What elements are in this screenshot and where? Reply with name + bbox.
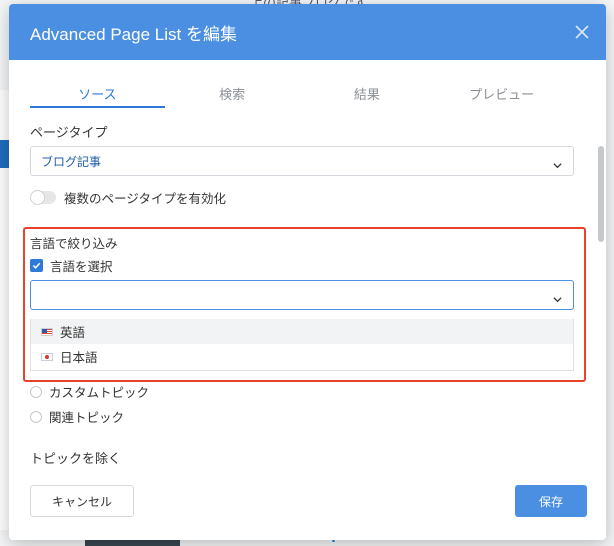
language-select-input[interactable]: [30, 280, 574, 310]
multi-page-type-toggle[interactable]: [30, 190, 56, 205]
language-option-japanese[interactable]: 日本語: [31, 344, 573, 369]
multi-page-type-row: 複数のページタイプを有効化: [30, 188, 226, 207]
save-button[interactable]: 保存: [515, 485, 587, 517]
select-language-label: 言語を選択: [50, 259, 113, 274]
related-topic-label: 関連トピック: [49, 410, 125, 425]
select-language-row: 言語を選択: [30, 256, 113, 275]
jp-flag-icon: [41, 352, 53, 361]
tab-results[interactable]: 結果: [300, 78, 435, 108]
multi-page-type-label: 複数のページタイプを有効化: [64, 191, 227, 206]
language-option-english[interactable]: 英語: [31, 319, 573, 344]
related-topic-row: 関連トピック: [30, 407, 124, 426]
dialog-title: Advanced Page List を編集: [30, 24, 237, 44]
tab-source[interactable]: ソース: [30, 78, 165, 108]
dialog-header: Advanced Page List を編集: [9, 4, 606, 60]
exclude-topics-label: トピックを除く: [30, 452, 122, 467]
tab-search[interactable]: 検索: [165, 78, 300, 108]
page-type-label: ページタイプ: [30, 126, 108, 141]
chevron-down-icon: [552, 156, 563, 169]
chevron-down-icon: [552, 290, 563, 303]
dialog-footer: キャンセル 保存: [9, 476, 606, 540]
scrollbar-thumb[interactable]: [598, 146, 604, 242]
page-type-select[interactable]: ブログ記事: [30, 146, 574, 176]
language-filter-label: 言語で絞り込み: [30, 236, 118, 251]
close-icon[interactable]: [570, 20, 594, 44]
custom-topic-radio[interactable]: [30, 385, 42, 398]
tab-bar: ソース 検索 結果 プレビュー: [30, 78, 569, 108]
edit-module-dialog: Advanced Page List を編集 ソース 検索 結果 プレビュー ペ…: [9, 4, 606, 540]
language-option-label: 日本語: [60, 350, 98, 365]
language-option-label: 英語: [60, 325, 86, 340]
select-language-checkbox[interactable]: [30, 259, 43, 272]
custom-topic-label: カスタムトピック: [49, 385, 150, 400]
cancel-button[interactable]: キャンセル: [30, 485, 134, 517]
language-dropdown-list: 英語 日本語: [30, 319, 574, 371]
us-flag-icon: [41, 327, 53, 336]
tab-preview[interactable]: プレビュー: [434, 78, 569, 108]
dialog-body: ソース 検索 結果 プレビュー ページタイプ ブログ記事 複数のページタイプを有…: [9, 60, 606, 476]
related-topic-radio[interactable]: [30, 410, 42, 423]
custom-topic-row: カスタムトピック: [30, 382, 149, 401]
page-type-value: ブログ記事: [41, 154, 102, 169]
